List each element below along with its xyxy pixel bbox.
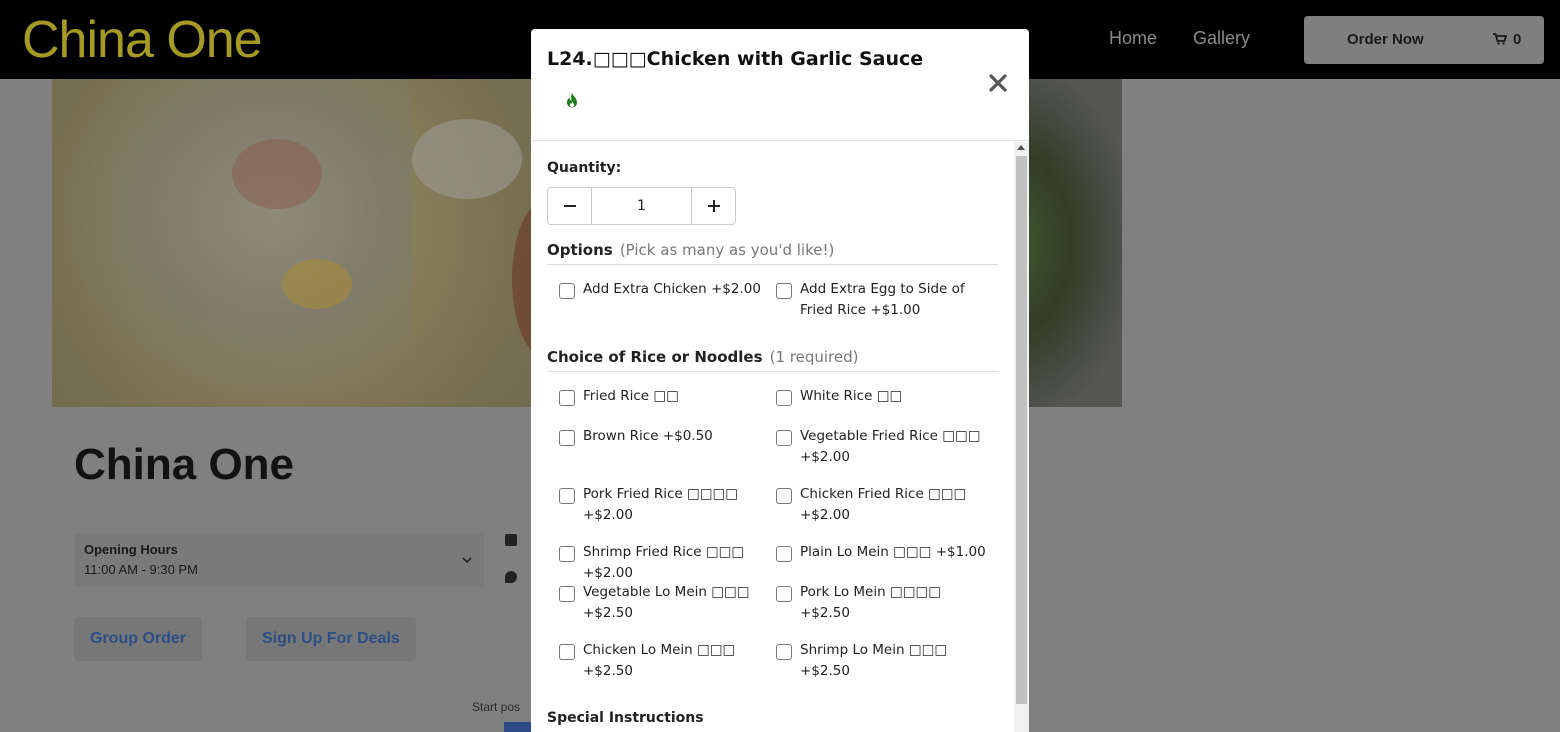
rice-option-label[interactable]: Pork Lo Mein □□□□ +$2.50 [800, 582, 990, 624]
item-modal: L24.□□□Chicken with Garlic Sauce Quantit… [531, 29, 1029, 732]
options-title: Options [547, 241, 613, 259]
order-now-label: Order Now [1347, 31, 1424, 48]
rice-option-label[interactable]: Chicken Lo Mein □□□ +$2.50 [583, 640, 773, 682]
rice-option-checkbox[interactable] [559, 488, 575, 504]
rice-option-checkbox[interactable] [776, 390, 792, 406]
rice-option-label[interactable]: Vegetable Fried Rice □□□ +$2.00 [800, 426, 990, 468]
rice-option-checkbox[interactable] [776, 546, 792, 562]
close-icon[interactable] [986, 71, 1010, 95]
start-text: Start pos [472, 700, 521, 714]
option-checkbox[interactable] [559, 283, 575, 299]
nav-home-link[interactable]: Home [1109, 28, 1157, 49]
hours-value: 11:00 AM - 9:30 PM [84, 562, 198, 577]
rice-option-checkbox[interactable] [776, 430, 792, 446]
restaurant-title: China One [74, 440, 295, 489]
modal-body[interactable]: Quantity: Options (Pick as many as you'd… [531, 142, 1029, 732]
chevron-down-icon [462, 557, 472, 564]
plus-icon [708, 200, 720, 212]
hours-title: Opening Hours [84, 542, 178, 557]
minus-icon [564, 205, 576, 207]
cart-count: 0 [1513, 31, 1522, 48]
scroll-up-arrow[interactable] [1017, 145, 1025, 150]
rice-option-label[interactable]: Brown Rice +$0.50 [583, 426, 773, 447]
quantity-decrease-button[interactable] [548, 188, 592, 224]
quantity-increase-button[interactable] [691, 188, 735, 224]
rice-option-label[interactable]: White Rice □□ [800, 386, 990, 407]
modal-scrollbar[interactable] [1014, 142, 1029, 732]
order-now-button[interactable]: Order Now 0 [1304, 16, 1544, 64]
rice-option-checkbox[interactable] [559, 644, 575, 660]
nav-gallery-link[interactable]: Gallery [1193, 28, 1250, 49]
option-label[interactable]: Add Extra Egg to Side of Fried Rice +$1.… [800, 279, 990, 321]
rice-option-checkbox[interactable] [559, 546, 575, 562]
brand-logo[interactable]: China One [22, 10, 263, 70]
opening-hours-dropdown[interactable]: Opening Hours 11:00 AM - 9:30 PM [74, 533, 484, 587]
rice-option-checkbox[interactable] [559, 586, 575, 602]
quantity-label: Quantity: [547, 160, 622, 176]
rice-option-label[interactable]: Chicken Fried Rice □□□ +$2.00 [800, 484, 990, 526]
option-checkbox[interactable] [776, 283, 792, 299]
rice-option-checkbox[interactable] [559, 430, 575, 446]
rice-option-checkbox[interactable] [559, 390, 575, 406]
quantity-stepper [547, 187, 736, 225]
start-button[interactable] [504, 722, 534, 732]
rice-option-label[interactable]: Vegetable Lo Mein □□□ +$2.50 [583, 582, 773, 624]
location-icon [505, 571, 517, 583]
group-order-button[interactable]: Group Order [74, 617, 203, 661]
modal-title: L24.□□□Chicken with Garlic Sauce [547, 48, 924, 70]
special-instructions-label: Special Instructions [547, 710, 704, 726]
phone-icon [505, 534, 517, 546]
cart-icon [1493, 33, 1507, 45]
rice-option-label[interactable]: Plain Lo Mein □□□ +$1.00 [800, 542, 990, 563]
modal-header: L24.□□□Chicken with Garlic Sauce [531, 29, 1029, 141]
rice-section-title: Choice of Rice or Noodles [547, 348, 763, 366]
rice-option-label[interactable]: Fried Rice □□ [583, 386, 773, 407]
rice-option-label[interactable]: Shrimp Fried Rice □□□ +$2.00 [583, 542, 773, 584]
sign-up-deals-button[interactable]: Sign Up For Deals [246, 617, 416, 661]
quantity-input[interactable] [593, 188, 690, 224]
rice-option-checkbox[interactable] [776, 488, 792, 504]
option-label[interactable]: Add Extra Chicken +$2.00 [583, 279, 773, 300]
rice-option-label[interactable]: Shrimp Lo Mein □□□ +$2.50 [800, 640, 990, 682]
rice-section-subtitle: (1 required) [769, 348, 859, 366]
rice-option-checkbox[interactable] [776, 586, 792, 602]
options-subtitle: (Pick as many as you'd like!) [619, 241, 835, 259]
cart-indicator[interactable]: 0 [1493, 31, 1521, 48]
options-section-header: Options (Pick as many as you'd like!) [547, 240, 998, 265]
rice-option-label[interactable]: Pork Fried Rice □□□□ +$2.00 [583, 484, 773, 526]
rice-section-header: Choice of Rice or Noodles (1 required) [547, 347, 998, 372]
rice-option-checkbox[interactable] [776, 644, 792, 660]
scrollbar-thumb[interactable] [1016, 156, 1027, 704]
spicy-flame-icon [567, 93, 577, 108]
